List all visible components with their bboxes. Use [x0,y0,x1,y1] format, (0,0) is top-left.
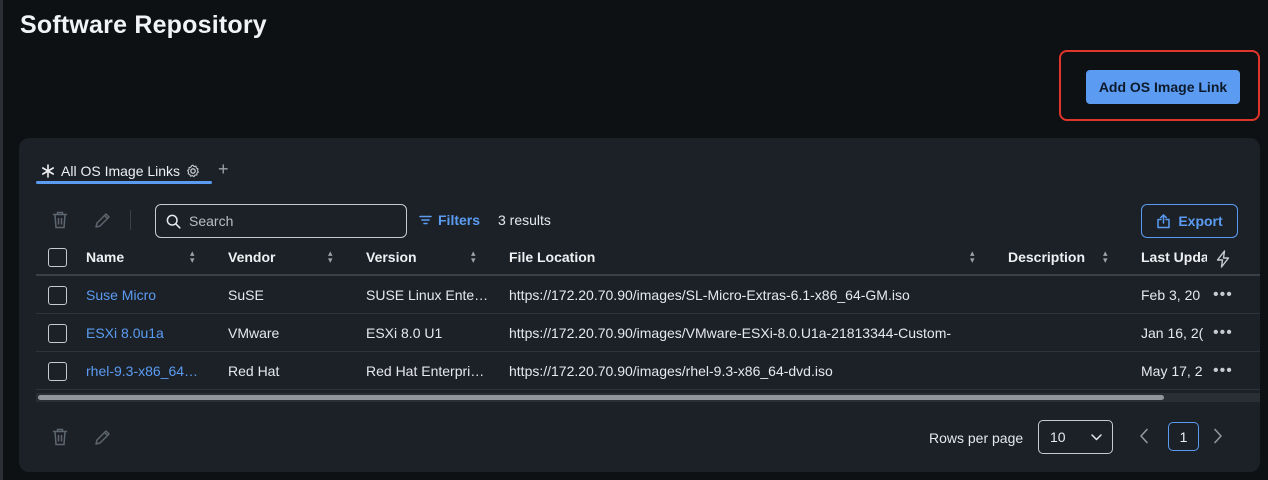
rows-per-page-select[interactable]: 10 [1038,420,1113,454]
row-name-link[interactable]: ESXi 8.0u1a [86,314,216,351]
sort-icon[interactable]: ▴ ▾ [1103,249,1108,265]
sort-icon[interactable]: ▴ ▾ [471,249,476,265]
chevron-right-icon[interactable] [1213,428,1223,444]
select-all-checkbox[interactable] [48,248,67,267]
row-name-link[interactable]: rhel-9.3-x86_64… [86,352,216,389]
row-more-icon[interactable]: ••• [1213,352,1233,389]
row-checkbox[interactable] [48,324,67,343]
gear-icon[interactable] [186,164,200,178]
row-checkbox[interactable] [48,286,67,305]
edit-icon[interactable] [94,212,111,229]
search-input[interactable] [189,213,389,229]
active-tab-indicator [36,181,212,184]
row-last-updated: May 17, 2 [1141,362,1203,379]
row-file-location: https://172.20.70.90/images/rhel-9.3-x86… [509,362,833,379]
row-more-icon[interactable]: ••• [1213,314,1233,351]
sort-icon[interactable]: ▴ ▾ [970,249,975,265]
filters-button[interactable]: Filters [419,212,480,228]
rows-per-page-value: 10 [1050,429,1066,445]
rows-per-page-label: Rows per page [929,430,1024,446]
chevron-left-icon[interactable] [1139,428,1149,444]
row-file-location: https://172.20.70.90/images/SL-Micro-Ext… [509,286,910,303]
row-last-updated: Feb 3, 20 [1141,286,1201,303]
toolbar-divider [130,210,131,230]
export-icon [1156,213,1171,229]
filter-icon [419,215,432,225]
row-checkbox[interactable] [48,362,67,381]
row-vendor: VMware [228,324,280,341]
row-description [1008,352,1128,389]
asterisk-icon [41,164,55,178]
export-label: Export [1178,213,1223,229]
row-vendor: SuSE [228,286,264,303]
edit-icon[interactable] [94,429,111,446]
page-title: Software Repository [20,11,267,39]
row-version: ESXi 8.0 U1 [366,324,443,341]
column-header-vendor[interactable]: Vendor [228,239,328,274]
tab-label: All OS Image Links [61,163,181,179]
row-vendor: Red Hat [228,362,280,379]
scrollbar-thumb[interactable] [38,395,1164,400]
results-count: 3 results [498,212,551,228]
left-edge-divider [0,0,3,480]
row-last-updated: Jan 16, 2( [1141,324,1204,341]
trash-icon[interactable] [52,211,68,229]
sort-icon[interactable]: ▴ ▾ [190,249,195,265]
column-header-version[interactable]: Version [366,239,466,274]
row-more-icon[interactable]: ••• [1213,276,1233,313]
sort-icon[interactable]: ▴ ▾ [328,249,333,265]
table-row[interactable]: ESXi 8.0u1a VMware ESXi 8.0 U1 https://1… [36,314,1260,352]
row-file-location: https://172.20.70.90/images/VMware-ESXi-… [509,324,952,341]
search-icon [166,214,181,229]
column-header-name[interactable]: Name [86,239,186,274]
column-header-description[interactable]: Description [1008,239,1108,274]
chevron-down-icon [1091,433,1102,441]
add-tab-icon[interactable]: + [218,158,229,180]
export-button[interactable]: Export [1141,204,1238,238]
os-image-links-panel: All OS Image Links + Filters 3 results E… [19,138,1260,472]
row-name-link[interactable]: Suse Micro [86,276,216,313]
column-header-file-location[interactable]: File Location [509,239,709,274]
page-number-current[interactable]: 1 [1168,422,1199,451]
table-row[interactable]: rhel-9.3-x86_64… Red Hat Red Hat Enterpr… [36,352,1260,390]
trash-icon[interactable] [52,428,68,446]
search-box[interactable] [155,204,407,238]
row-description [1008,276,1128,313]
row-description [1008,314,1128,351]
table-row[interactable]: Suse Micro SuSE SUSE Linux Ente… https:/… [36,276,1260,314]
filters-label: Filters [438,212,481,228]
column-header-last-updated[interactable]: Last Upda [1141,239,1207,274]
add-os-image-link-button[interactable]: Add OS Image Link [1086,70,1240,104]
row-version: SUSE Linux Ente… [366,286,489,303]
row-version: Red Hat Enterpri… [366,362,485,379]
lightning-icon[interactable] [1215,250,1231,268]
horizontal-scrollbar[interactable] [36,393,1260,402]
table-header-row: Name ▴ ▾ Vendor ▴ ▾ Version ▴ ▾ File Locati… [36,239,1260,276]
